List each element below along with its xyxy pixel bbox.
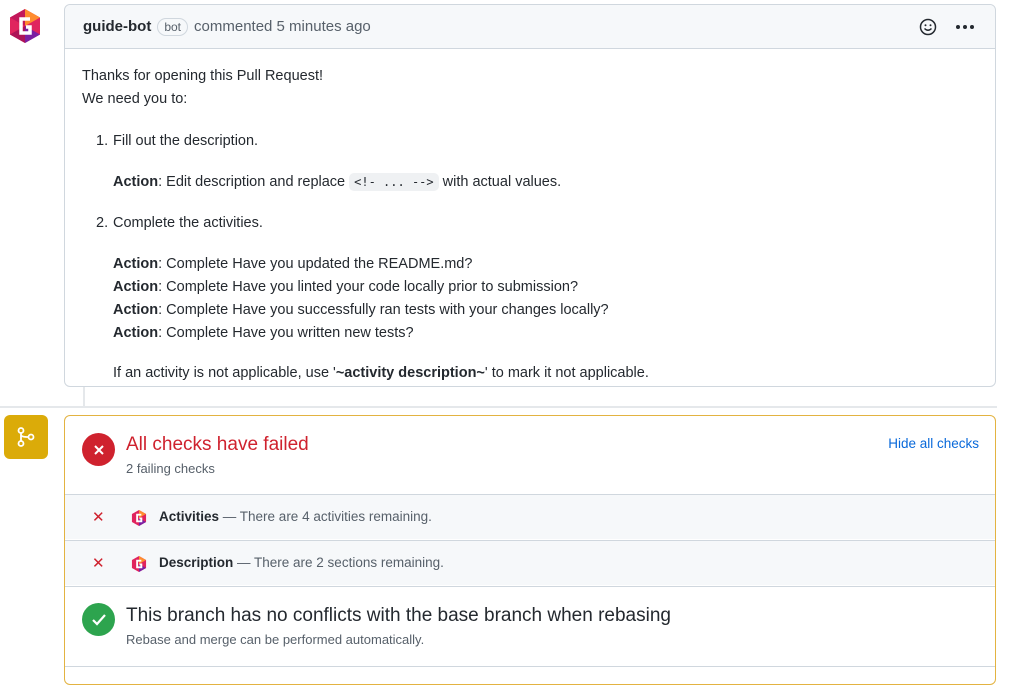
action-text: with actual values. (438, 174, 562, 190)
kebab-horizontal-icon[interactable] (955, 24, 975, 30)
comment-author[interactable]: guide-bot (83, 18, 151, 35)
check-circle-icon (82, 603, 115, 636)
git-branch-icon (4, 415, 48, 459)
merge-checks-panel: All checks have failed 2 failing checks … (64, 415, 996, 685)
intro-line-2: We need you to: (82, 91, 188, 107)
timeline-divider (0, 406, 997, 408)
merge-status-section: This branch has no conflicts with the ba… (65, 586, 995, 684)
merge-title: This branch has no conflicts with the ba… (126, 605, 671, 626)
comment-header: guide-bot bot commented 5 minutes ago (65, 5, 995, 49)
action-text: : Complete Have you successfully ran tes… (158, 302, 609, 318)
check-name[interactable]: Activities (159, 509, 219, 524)
action-text: : Complete Have you written new tests? (158, 325, 414, 341)
footer-text: If an activity is not applicable, use ' (113, 365, 336, 381)
guide-bot-logo-icon (131, 510, 147, 526)
guide-bot-avatar-icon[interactable] (8, 8, 42, 44)
footer-text: ' to mark it not applicable. (484, 365, 649, 381)
comment-timestamp[interactable]: commented 5 minutes ago (194, 18, 371, 35)
guide-bot-logo-icon (131, 556, 147, 572)
comment-body: Thanks for opening this Pull Request! We… (82, 65, 323, 111)
action-label: Action (113, 256, 159, 272)
list-item-text: Fill out the description. (113, 133, 259, 149)
check-row-description[interactable]: ✕ Description — There are 2 sections rem… (65, 540, 995, 585)
x-circle-icon (82, 433, 115, 466)
intro-line-1: Thanks for opening this Pull Request! (82, 68, 323, 84)
list-number: 2. (96, 215, 109, 231)
action-line: Action: Complete Have you successfully r… (113, 302, 609, 318)
action-text: : Complete Have you linted your code loc… (158, 279, 579, 295)
inline-code: <!- ... --> (349, 173, 439, 191)
section-divider (65, 666, 995, 667)
smiley-icon[interactable] (919, 18, 937, 36)
x-icon: ✕ (92, 555, 105, 572)
action-label: Action (113, 325, 159, 341)
footer-bold: ~activity description~ (335, 365, 485, 381)
action-line: Action: Edit description and replace <!-… (113, 173, 562, 191)
action-text: : Edit description and replace (158, 174, 350, 190)
action-line: Action: Complete Have you updated the RE… (113, 256, 472, 272)
merge-subtitle: Rebase and merge can be performed automa… (126, 632, 425, 647)
action-text: : Complete Have you updated the README.m… (158, 256, 473, 272)
check-desc: — There are 4 activities remaining. (219, 509, 432, 524)
list-number: 1. (96, 133, 109, 149)
check-row-text: Activities — There are 4 activities rema… (159, 509, 432, 524)
hide-all-checks-link[interactable]: Hide all checks (888, 436, 979, 451)
action-line: Action: Complete Have you linted your co… (113, 279, 578, 295)
check-desc: — There are 2 sections remaining. (233, 555, 444, 570)
check-row-text: Description — There are 2 sections remai… (159, 555, 444, 570)
bot-badge: bot (157, 17, 189, 36)
list-item-text: Complete the activities. (113, 215, 263, 231)
bot-comment: guide-bot bot commented 5 minutes ago Th… (64, 4, 996, 387)
footer-note: If an activity is not applicable, use '~… (113, 365, 649, 381)
checks-title: All checks have failed (126, 434, 309, 455)
action-label: Action (113, 302, 159, 318)
action-label: Action (113, 174, 159, 190)
action-label: Action (113, 279, 159, 295)
timeline-connector (83, 386, 85, 406)
x-icon: ✕ (92, 509, 105, 526)
check-name[interactable]: Description (159, 555, 233, 570)
checks-subtitle: 2 failing checks (126, 461, 215, 476)
check-row-activities[interactable]: ✕ Activities — There are 4 activities re… (65, 494, 995, 539)
action-line: Action: Complete Have you written new te… (113, 325, 414, 341)
